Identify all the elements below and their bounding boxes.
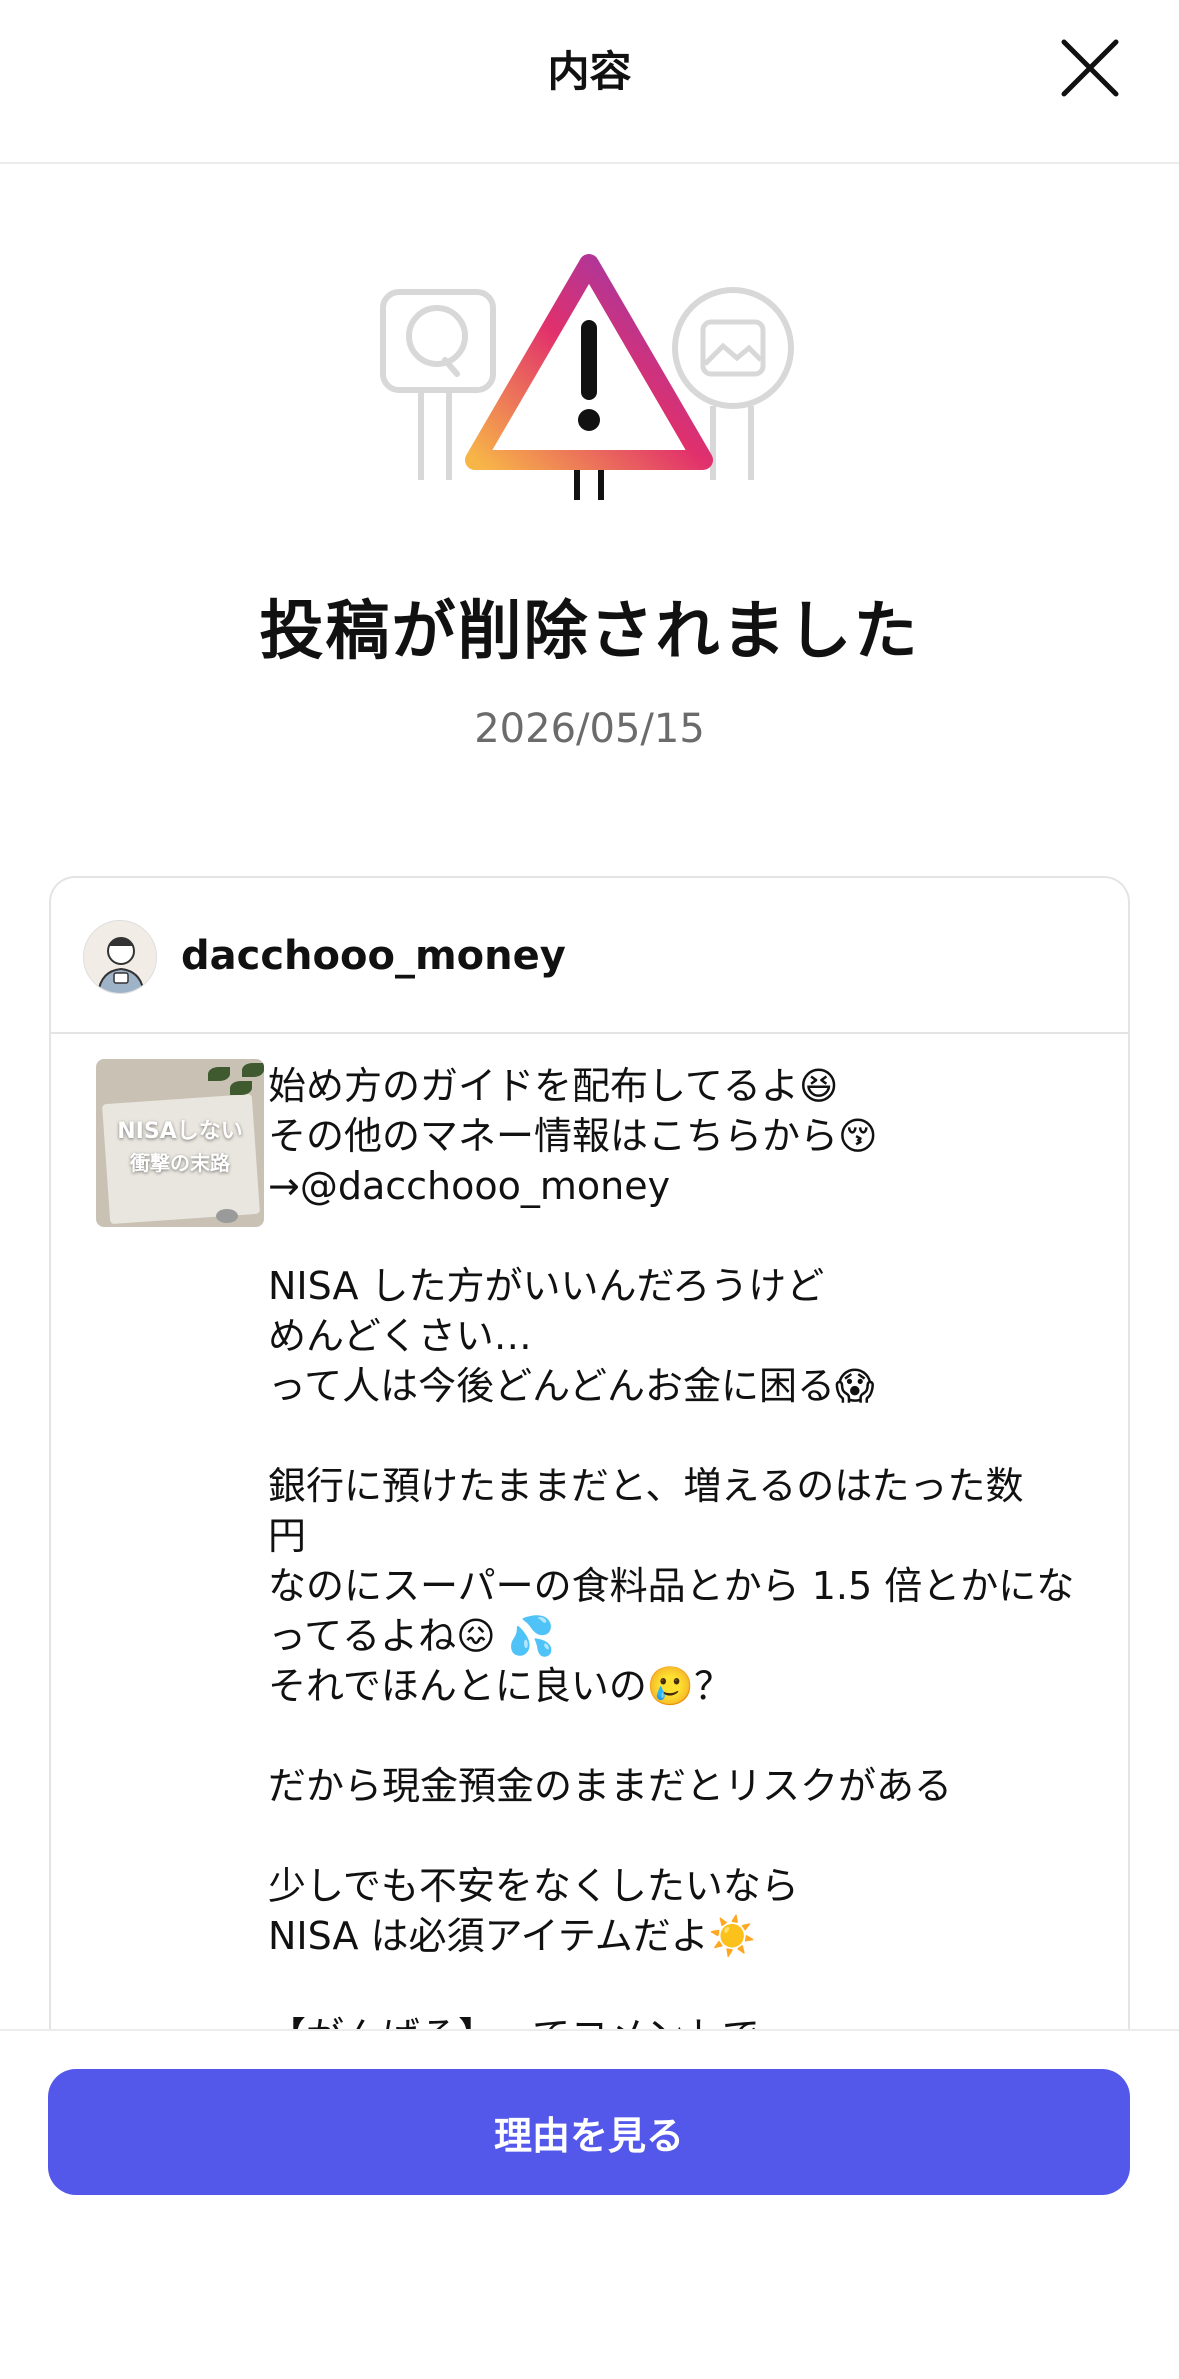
caption-line: めんどくさい…	[268, 1314, 532, 1358]
coin-icon	[216, 1209, 238, 1223]
caption-mention[interactable]: →@dacchooo_money	[268, 1161, 1098, 1211]
caption-line: NISA した方がいいんだろうけど	[268, 1264, 825, 1308]
caption-line	[268, 1711, 1098, 1761]
caption-line: それでほんとに良いの🥲？	[268, 1664, 733, 1708]
post-card: dacchooo_money NISAしない 衝撃の末路 始め方のガイドを配布し…	[49, 876, 1130, 2036]
caption-line	[268, 1211, 1098, 1261]
caption-line	[268, 1811, 1098, 1861]
caption-line: 少しでも不安をなくしたいなら	[268, 1864, 799, 1908]
leaf-icon	[242, 1063, 264, 1077]
caption-line	[268, 1411, 1098, 1461]
header-title: 内容	[547, 47, 632, 96]
caption-line: 円	[268, 1514, 307, 1558]
caption-line: だから現金預金のままだとリスクがある	[268, 1764, 953, 1808]
deleted-date: 2026/05/15	[474, 706, 705, 752]
thumbnail-text: NISAしない	[117, 1119, 243, 1144]
post-thumbnail[interactable]: NISAしない 衝撃の末路	[96, 1059, 264, 1227]
caption-line	[268, 1961, 1098, 2011]
post-card-header: dacchooo_money	[51, 878, 1128, 1034]
close-icon[interactable]	[1058, 36, 1122, 100]
avatar[interactable]	[83, 920, 157, 994]
caption-line: 始め方のガイドを配布してるよ😆	[268, 1064, 839, 1108]
warning-icon	[375, 248, 805, 510]
caption-line: ってるよね😖 💦	[268, 1614, 556, 1658]
caption-line: NISA は必須アイテムだよ☀️	[268, 1914, 757, 1958]
view-reason-button[interactable]: 理由を見る	[48, 2069, 1130, 2195]
deleted-post-screen: 内容 投稿が削除されました 2026/05/15 dacchooo_money …	[0, 0, 1179, 2379]
leaf-icon	[208, 1067, 230, 1081]
leaf-icon	[230, 1081, 252, 1095]
caption-line: なのにスーパーの食料品とから 1.5 倍とかにな	[268, 1564, 1075, 1608]
caption-line: 銀行に預けたままだと、増えるのはたった数	[268, 1464, 1024, 1508]
caption-line: その他のマネー情報はこちらから😚	[268, 1114, 878, 1158]
footer: 理由を見る	[0, 2029, 1179, 2379]
post-username[interactable]: dacchooo_money	[181, 933, 566, 979]
post-caption: 始め方のガイドを配布してるよ😆 その他のマネー情報はこちらから😚 →@dacch…	[268, 1061, 1098, 2036]
thumbnail-subtext: 衝撃の末路	[130, 1151, 230, 1175]
caption-line: って人は今後どんどんお金に困る😱	[268, 1364, 875, 1408]
deleted-title: 投稿が削除されました	[259, 595, 920, 669]
header: 内容	[0, 0, 1179, 164]
